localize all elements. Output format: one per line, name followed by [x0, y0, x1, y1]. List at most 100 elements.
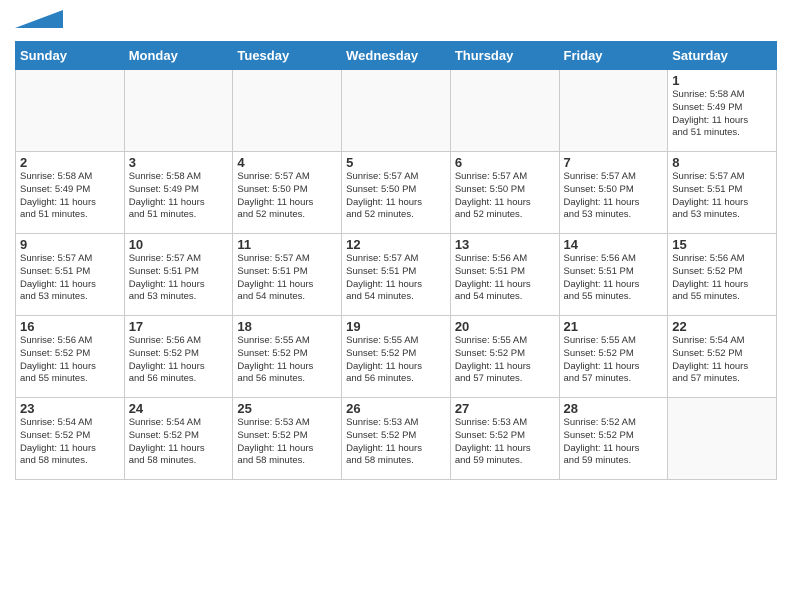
- calendar-cell: 25Sunrise: 5:53 AMSunset: 5:52 PMDayligh…: [233, 398, 342, 480]
- day-number: 15: [672, 237, 772, 252]
- calendar-cell: [124, 70, 233, 152]
- calendar-cell: 21Sunrise: 5:55 AMSunset: 5:52 PMDayligh…: [559, 316, 668, 398]
- calendar-cell: 23Sunrise: 5:54 AMSunset: 5:52 PMDayligh…: [16, 398, 125, 480]
- day-detail: Sunrise: 5:58 AMSunset: 5:49 PMDaylight:…: [20, 171, 120, 222]
- day-number: 25: [237, 401, 337, 416]
- day-number: 14: [564, 237, 664, 252]
- calendar-cell: 10Sunrise: 5:57 AMSunset: 5:51 PMDayligh…: [124, 234, 233, 316]
- calendar-cell: 2Sunrise: 5:58 AMSunset: 5:49 PMDaylight…: [16, 152, 125, 234]
- calendar-cell: [668, 398, 777, 480]
- calendar-cell: 4Sunrise: 5:57 AMSunset: 5:50 PMDaylight…: [233, 152, 342, 234]
- calendar-week-row: 9Sunrise: 5:57 AMSunset: 5:51 PMDaylight…: [16, 234, 777, 316]
- calendar-cell: 8Sunrise: 5:57 AMSunset: 5:51 PMDaylight…: [668, 152, 777, 234]
- weekday-header: Friday: [559, 42, 668, 70]
- calendar-cell: 27Sunrise: 5:53 AMSunset: 5:52 PMDayligh…: [450, 398, 559, 480]
- calendar-cell: [16, 70, 125, 152]
- logo-triangle-icon: [15, 10, 63, 28]
- calendar-cell: 1Sunrise: 5:58 AMSunset: 5:49 PMDaylight…: [668, 70, 777, 152]
- calendar-cell: 19Sunrise: 5:55 AMSunset: 5:52 PMDayligh…: [342, 316, 451, 398]
- day-detail: Sunrise: 5:53 AMSunset: 5:52 PMDaylight:…: [237, 417, 337, 468]
- calendar-cell: [233, 70, 342, 152]
- day-detail: Sunrise: 5:58 AMSunset: 5:49 PMDaylight:…: [672, 89, 772, 140]
- day-number: 21: [564, 319, 664, 334]
- day-number: 10: [129, 237, 229, 252]
- day-number: 22: [672, 319, 772, 334]
- day-number: 24: [129, 401, 229, 416]
- calendar-cell: 26Sunrise: 5:53 AMSunset: 5:52 PMDayligh…: [342, 398, 451, 480]
- calendar-cell: [450, 70, 559, 152]
- calendar-cell: 28Sunrise: 5:52 AMSunset: 5:52 PMDayligh…: [559, 398, 668, 480]
- calendar-week-row: 2Sunrise: 5:58 AMSunset: 5:49 PMDaylight…: [16, 152, 777, 234]
- day-number: 20: [455, 319, 555, 334]
- day-detail: Sunrise: 5:54 AMSunset: 5:52 PMDaylight:…: [672, 335, 772, 386]
- day-detail: Sunrise: 5:57 AMSunset: 5:50 PMDaylight:…: [455, 171, 555, 222]
- calendar-cell: 18Sunrise: 5:55 AMSunset: 5:52 PMDayligh…: [233, 316, 342, 398]
- day-number: 28: [564, 401, 664, 416]
- day-detail: Sunrise: 5:57 AMSunset: 5:50 PMDaylight:…: [346, 171, 446, 222]
- day-number: 19: [346, 319, 446, 334]
- day-detail: Sunrise: 5:52 AMSunset: 5:52 PMDaylight:…: [564, 417, 664, 468]
- weekday-header: Saturday: [668, 42, 777, 70]
- day-number: 18: [237, 319, 337, 334]
- page: SundayMondayTuesdayWednesdayThursdayFrid…: [0, 0, 792, 490]
- day-number: 3: [129, 155, 229, 170]
- day-number: 5: [346, 155, 446, 170]
- calendar-cell: 6Sunrise: 5:57 AMSunset: 5:50 PMDaylight…: [450, 152, 559, 234]
- calendar-cell: 20Sunrise: 5:55 AMSunset: 5:52 PMDayligh…: [450, 316, 559, 398]
- calendar-week-row: 1Sunrise: 5:58 AMSunset: 5:49 PMDaylight…: [16, 70, 777, 152]
- logo: [15, 10, 63, 33]
- day-detail: Sunrise: 5:54 AMSunset: 5:52 PMDaylight:…: [20, 417, 120, 468]
- day-detail: Sunrise: 5:55 AMSunset: 5:52 PMDaylight:…: [346, 335, 446, 386]
- day-detail: Sunrise: 5:56 AMSunset: 5:51 PMDaylight:…: [564, 253, 664, 304]
- day-detail: Sunrise: 5:55 AMSunset: 5:52 PMDaylight:…: [237, 335, 337, 386]
- day-number: 27: [455, 401, 555, 416]
- day-number: 7: [564, 155, 664, 170]
- day-number: 11: [237, 237, 337, 252]
- day-detail: Sunrise: 5:56 AMSunset: 5:52 PMDaylight:…: [20, 335, 120, 386]
- calendar-cell: 11Sunrise: 5:57 AMSunset: 5:51 PMDayligh…: [233, 234, 342, 316]
- day-detail: Sunrise: 5:56 AMSunset: 5:51 PMDaylight:…: [455, 253, 555, 304]
- day-detail: Sunrise: 5:57 AMSunset: 5:50 PMDaylight:…: [237, 171, 337, 222]
- day-number: 26: [346, 401, 446, 416]
- day-number: 6: [455, 155, 555, 170]
- day-number: 8: [672, 155, 772, 170]
- calendar-cell: 5Sunrise: 5:57 AMSunset: 5:50 PMDaylight…: [342, 152, 451, 234]
- day-number: 9: [20, 237, 120, 252]
- calendar-cell: 12Sunrise: 5:57 AMSunset: 5:51 PMDayligh…: [342, 234, 451, 316]
- calendar-cell: 13Sunrise: 5:56 AMSunset: 5:51 PMDayligh…: [450, 234, 559, 316]
- day-number: 1: [672, 73, 772, 88]
- day-number: 4: [237, 155, 337, 170]
- calendar-cell: 15Sunrise: 5:56 AMSunset: 5:52 PMDayligh…: [668, 234, 777, 316]
- calendar-cell: 22Sunrise: 5:54 AMSunset: 5:52 PMDayligh…: [668, 316, 777, 398]
- calendar-cell: 3Sunrise: 5:58 AMSunset: 5:49 PMDaylight…: [124, 152, 233, 234]
- day-number: 12: [346, 237, 446, 252]
- calendar-week-row: 16Sunrise: 5:56 AMSunset: 5:52 PMDayligh…: [16, 316, 777, 398]
- day-detail: Sunrise: 5:57 AMSunset: 5:50 PMDaylight:…: [564, 171, 664, 222]
- day-detail: Sunrise: 5:55 AMSunset: 5:52 PMDaylight:…: [564, 335, 664, 386]
- day-detail: Sunrise: 5:57 AMSunset: 5:51 PMDaylight:…: [672, 171, 772, 222]
- day-detail: Sunrise: 5:56 AMSunset: 5:52 PMDaylight:…: [129, 335, 229, 386]
- day-detail: Sunrise: 5:57 AMSunset: 5:51 PMDaylight:…: [346, 253, 446, 304]
- day-number: 2: [20, 155, 120, 170]
- day-number: 16: [20, 319, 120, 334]
- day-detail: Sunrise: 5:54 AMSunset: 5:52 PMDaylight:…: [129, 417, 229, 468]
- calendar-cell: 7Sunrise: 5:57 AMSunset: 5:50 PMDaylight…: [559, 152, 668, 234]
- day-number: 13: [455, 237, 555, 252]
- day-detail: Sunrise: 5:55 AMSunset: 5:52 PMDaylight:…: [455, 335, 555, 386]
- day-detail: Sunrise: 5:57 AMSunset: 5:51 PMDaylight:…: [129, 253, 229, 304]
- weekday-header: Sunday: [16, 42, 125, 70]
- day-number: 17: [129, 319, 229, 334]
- day-detail: Sunrise: 5:57 AMSunset: 5:51 PMDaylight:…: [20, 253, 120, 304]
- calendar-table: SundayMondayTuesdayWednesdayThursdayFrid…: [15, 41, 777, 480]
- calendar-cell: [559, 70, 668, 152]
- weekday-header: Thursday: [450, 42, 559, 70]
- day-detail: Sunrise: 5:57 AMSunset: 5:51 PMDaylight:…: [237, 253, 337, 304]
- calendar-cell: 9Sunrise: 5:57 AMSunset: 5:51 PMDaylight…: [16, 234, 125, 316]
- weekday-header: Wednesday: [342, 42, 451, 70]
- day-detail: Sunrise: 5:53 AMSunset: 5:52 PMDaylight:…: [455, 417, 555, 468]
- calendar-cell: 17Sunrise: 5:56 AMSunset: 5:52 PMDayligh…: [124, 316, 233, 398]
- calendar-cell: 24Sunrise: 5:54 AMSunset: 5:52 PMDayligh…: [124, 398, 233, 480]
- calendar-cell: 14Sunrise: 5:56 AMSunset: 5:51 PMDayligh…: [559, 234, 668, 316]
- calendar-cell: [342, 70, 451, 152]
- day-detail: Sunrise: 5:58 AMSunset: 5:49 PMDaylight:…: [129, 171, 229, 222]
